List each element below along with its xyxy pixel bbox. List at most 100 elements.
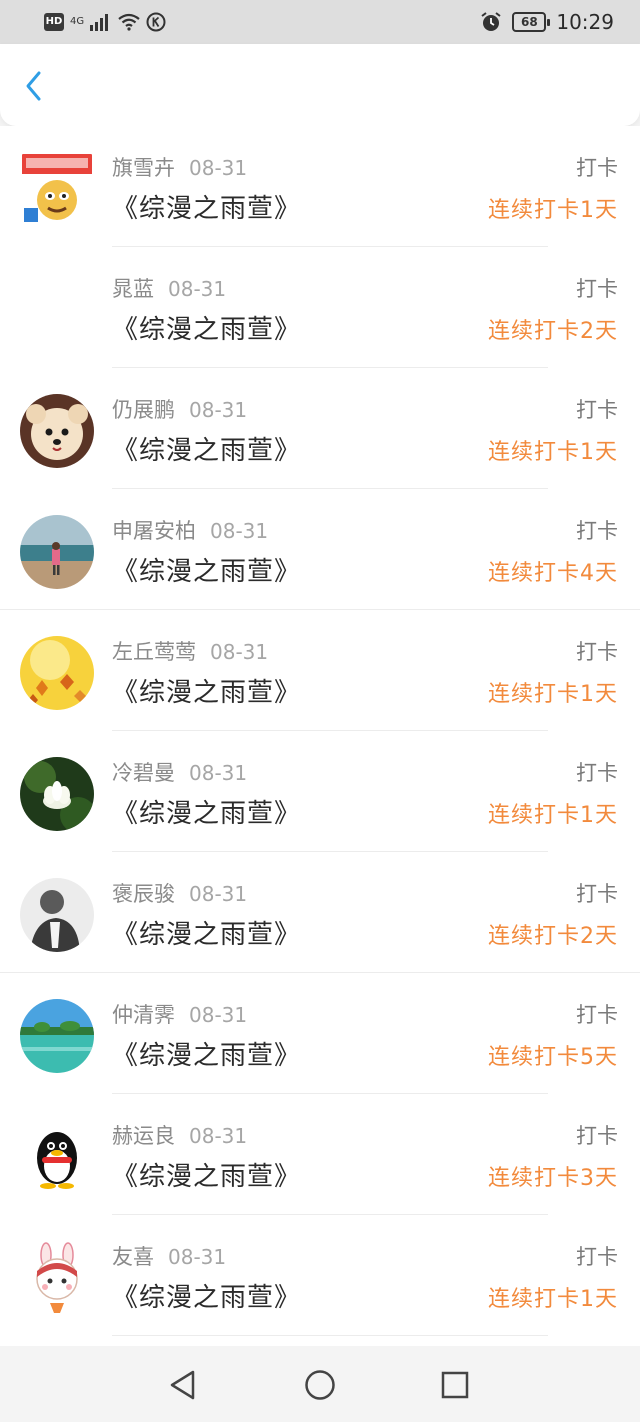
book-title: 《综漫之雨萱》 (112, 1162, 302, 1192)
checkin-date: 08-31 (189, 1124, 248, 1148)
circle-home-icon (305, 1370, 335, 1400)
empty-avatar (20, 273, 94, 347)
wifi-icon (118, 13, 140, 31)
streak-label: 连续打卡1天 (488, 682, 618, 707)
checkin-date: 08-31 (189, 761, 248, 785)
book-title: 《综漫之雨萱》 (112, 194, 302, 224)
book-title: 《综漫之雨萱》 (112, 1283, 302, 1313)
checkin-date: 08-31 (189, 1003, 248, 1027)
network-type: 4G (70, 16, 85, 27)
k-circle-icon (146, 12, 166, 32)
user-name-line: 仍展鹏 08-31 (112, 394, 247, 424)
user-name: 冷碧曼 (112, 761, 175, 785)
streak-label: 连续打卡1天 (488, 1287, 618, 1312)
anime-avatar (20, 152, 94, 226)
dog-avatar (20, 394, 94, 468)
status-bar-right: 68 10:29 (480, 8, 614, 36)
user-name-line: 左丘莺莺 08-31 (112, 636, 268, 666)
list-item[interactable]: 仲清霁 08-31 《综漫之雨萱》 打卡 连续打卡5天 (0, 973, 640, 1094)
clock: 10:29 (556, 10, 614, 34)
book-title: 《综漫之雨萱》 (112, 678, 302, 708)
user-name: 仲清霁 (112, 1003, 175, 1027)
checkin-label: 打卡 (576, 1003, 618, 1027)
checkin-label: 打卡 (576, 761, 618, 785)
user-name-line: 旗雪卉 08-31 (112, 152, 247, 182)
book-title: 《综漫之雨萱》 (112, 315, 302, 345)
signal-icon (90, 14, 109, 31)
checkin-label: 打卡 (576, 277, 618, 301)
checkin-date: 08-31 (168, 277, 227, 301)
checkin-label: 打卡 (576, 1124, 618, 1148)
user-name: 左丘莺莺 (112, 640, 196, 664)
user-name: 仍展鹏 (112, 398, 175, 422)
user-name: 晁蓝 (112, 277, 154, 301)
checkin-label: 打卡 (576, 882, 618, 906)
nav-back-button[interactable] (166, 1368, 200, 1402)
checkin-label: 打卡 (576, 156, 618, 180)
list-item[interactable]: 旗雪卉 08-31 《综漫之雨萱》 打卡 连续打卡1天 (0, 126, 640, 247)
list-item[interactable]: 赫运良 08-31 《综漫之雨萱》 打卡 连续打卡3天 (0, 1094, 640, 1215)
list-item[interactable]: 左丘莺莺 08-31 《综漫之雨萱》 打卡 连续打卡1天 (0, 610, 640, 731)
streak-label: 连续打卡1天 (488, 198, 618, 223)
streak-label: 连续打卡4天 (488, 561, 618, 586)
checkin-label: 打卡 (576, 640, 618, 664)
user-name-line: 冷碧曼 08-31 (112, 757, 247, 787)
streak-label: 连续打卡2天 (488, 319, 618, 344)
book-title: 《综漫之雨萱》 (112, 1041, 302, 1071)
triangle-back-icon (170, 1370, 195, 1400)
divider (112, 1335, 548, 1336)
checkin-date: 08-31 (189, 398, 248, 422)
checkin-label: 打卡 (576, 519, 618, 543)
beach-avatar (20, 515, 94, 589)
checkin-label: 打卡 (576, 398, 618, 422)
user-name-line: 晁蓝 08-31 (112, 273, 226, 303)
user-name: 旗雪卉 (112, 156, 175, 180)
checkin-date: 08-31 (168, 1245, 227, 1269)
battery-indicator: 68 (512, 12, 551, 32)
user-name: 申屠安柏 (112, 519, 196, 543)
checkin-list: 旗雪卉 08-31 《综漫之雨萱》 打卡 连续打卡1天 晁蓝 08-31 《综漫之雨… (0, 126, 640, 1346)
checkin-date: 08-31 (189, 156, 248, 180)
penguin-avatar (20, 1120, 94, 1194)
streak-label: 连续打卡3天 (488, 1166, 618, 1191)
list-item[interactable]: 冷碧曼 08-31 《综漫之雨萱》 打卡 连续打卡1天 (0, 731, 640, 852)
user-name-line: 褒辰骏 08-31 (112, 878, 247, 908)
list-item[interactable]: 褒辰骏 08-31 《综漫之雨萱》 打卡 连续打卡2天 (0, 852, 640, 973)
chevron-left-icon (26, 71, 41, 101)
list-item[interactable]: 友喜 08-31 《综漫之雨萱》 打卡 连续打卡1天 (0, 1215, 640, 1336)
streak-label: 连续打卡5天 (488, 1045, 618, 1070)
checkin-date: 08-31 (210, 519, 269, 543)
book-title: 《综漫之雨萱》 (112, 920, 302, 950)
checkin-date: 08-31 (189, 882, 248, 906)
system-nav-bar (0, 1346, 640, 1422)
streak-label: 连续打卡2天 (488, 924, 618, 949)
list-item[interactable]: 申屠安柏 08-31 《综漫之雨萱》 打卡 连续打卡4天 (0, 489, 640, 610)
bunny-avatar (20, 1241, 94, 1315)
status-bar: HD 4G 68 10:29 (0, 0, 640, 44)
alarm-icon (481, 12, 501, 31)
header (0, 44, 640, 126)
user-name-line: 申屠安柏 08-31 (112, 515, 268, 545)
back-button[interactable] (18, 68, 48, 104)
checkin-label: 打卡 (576, 1245, 618, 1269)
book-title: 《综漫之雨萱》 (112, 436, 302, 466)
user-name-line: 仲清霁 08-31 (112, 999, 247, 1029)
square-recents-icon (441, 1371, 469, 1399)
list-item[interactable]: 仍展鹏 08-31 《综漫之雨萱》 打卡 连续打卡1天 (0, 368, 640, 489)
nav-recents-button[interactable] (438, 1368, 472, 1402)
nav-home-button[interactable] (303, 1368, 337, 1402)
checkin-date: 08-31 (210, 640, 269, 664)
autumn-leaves-avatar (20, 636, 94, 710)
status-bar-left: HD 4G (44, 10, 166, 34)
book-title: 《综漫之雨萱》 (112, 799, 302, 829)
list-item[interactable]: 晁蓝 08-31 《综漫之雨萱》 打卡 连续打卡2天 (0, 247, 640, 368)
user-name: 褒辰骏 (112, 882, 175, 906)
user-name: 赫运良 (112, 1124, 175, 1148)
lotus-avatar (20, 757, 94, 831)
streak-label: 连续打卡1天 (488, 803, 618, 828)
hd-badge: HD (44, 13, 64, 31)
user-name-line: 赫运良 08-31 (112, 1120, 247, 1150)
user-name: 友喜 (112, 1245, 154, 1269)
island-avatar (20, 999, 94, 1073)
book-title: 《综漫之雨萱》 (112, 557, 302, 587)
